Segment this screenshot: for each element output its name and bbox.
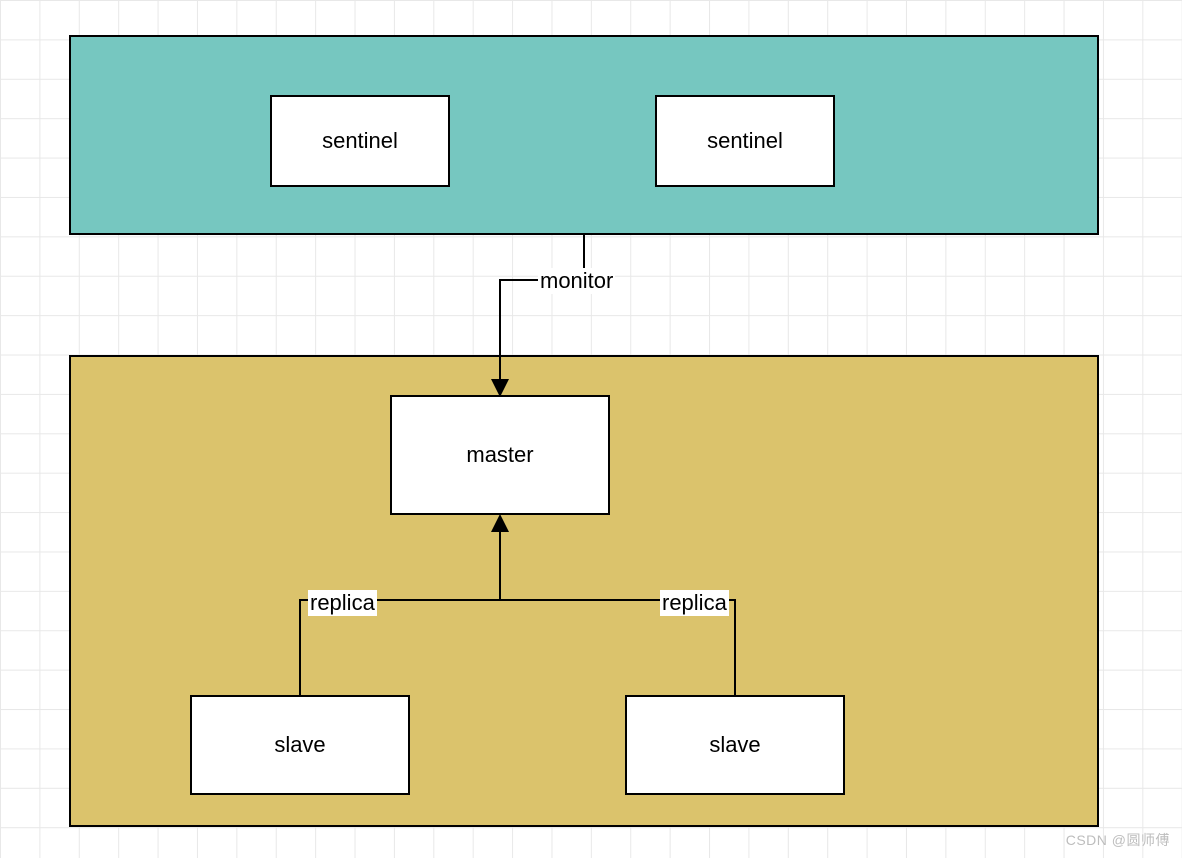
replica-label-2: replica <box>660 590 729 616</box>
sentinel-node-1: sentinel <box>270 95 450 187</box>
monitor-label: monitor <box>538 268 615 294</box>
slave-node-2-label: slave <box>709 732 760 758</box>
master-node-label: master <box>466 442 533 468</box>
sentinel-node-1-label: sentinel <box>322 128 398 154</box>
sentinel-node-2: sentinel <box>655 95 835 187</box>
watermark: CSDN @圆师傅 <box>1066 830 1170 850</box>
slave-node-1-label: slave <box>274 732 325 758</box>
sentinel-node-2-label: sentinel <box>707 128 783 154</box>
replica-label-1: replica <box>308 590 377 616</box>
slave-node-2: slave <box>625 695 845 795</box>
sentinel-container <box>69 35 1099 235</box>
master-node: master <box>390 395 610 515</box>
slave-node-1: slave <box>190 695 410 795</box>
